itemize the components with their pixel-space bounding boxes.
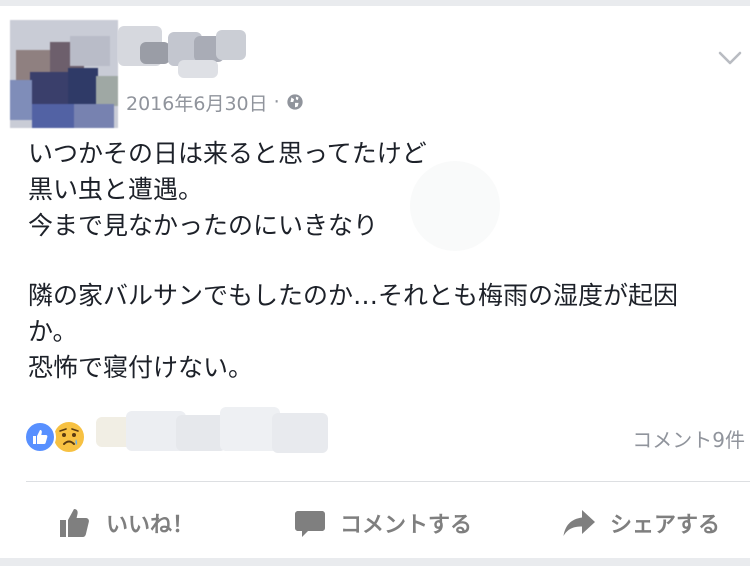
globe-icon[interactable] [286, 93, 304, 111]
share-arrow-icon [563, 510, 595, 536]
divider [26, 481, 750, 482]
comment-button-label: コメントする [340, 513, 473, 538]
post-line: か。 [28, 317, 78, 346]
thumbs-up-icon [60, 509, 89, 537]
post-card: 2016年6月30日 · いつかその日は来ると思ってたけど 黒い虫と遭遇。 今ま… [0, 6, 750, 558]
chevron-down-icon[interactable] [716, 46, 744, 70]
post-line: 恐怖で寝付けない。 [28, 353, 254, 382]
share-button[interactable]: シェアする [562, 500, 720, 546]
author-name[interactable] [118, 26, 248, 82]
comment-bubble-icon [295, 511, 325, 537]
like-button-label: いいね！ [106, 513, 195, 538]
avatar[interactable] [10, 20, 118, 128]
timestamp-text[interactable]: 2016年6月30日 [126, 89, 268, 116]
like-button[interactable]: いいね！ [58, 500, 194, 546]
post-line: いつかその日は来ると思ってたけど [28, 139, 427, 168]
post-line: 黒い虫と遭遇。 [28, 175, 204, 204]
sad-reaction-icon[interactable] [52, 420, 86, 454]
separator-dot: · [273, 91, 280, 113]
reactor-names[interactable] [96, 407, 346, 457]
post-timestamp[interactable]: 2016年6月30日 · [126, 89, 304, 116]
action-bar: いいね！ コメントする シェアする [0, 500, 750, 546]
comment-count[interactable]: コメント9件 [632, 424, 745, 453]
post-line: 隣の家バルサンでもしたのか…それとも梅雨の湿度が起因 [28, 281, 679, 310]
reaction-summary[interactable] [24, 419, 86, 455]
post-body: いつかその日は来ると思ってたけど 黒い虫と遭遇。 今まで見なかったのにいきなり … [28, 136, 738, 386]
share-button-label: シェアする [610, 513, 721, 538]
comment-button[interactable]: コメントする [294, 500, 472, 546]
post-line: 今まで見なかったのにいきなり [28, 211, 379, 240]
post-line [28, 244, 738, 278]
like-reaction-icon[interactable] [24, 421, 56, 453]
